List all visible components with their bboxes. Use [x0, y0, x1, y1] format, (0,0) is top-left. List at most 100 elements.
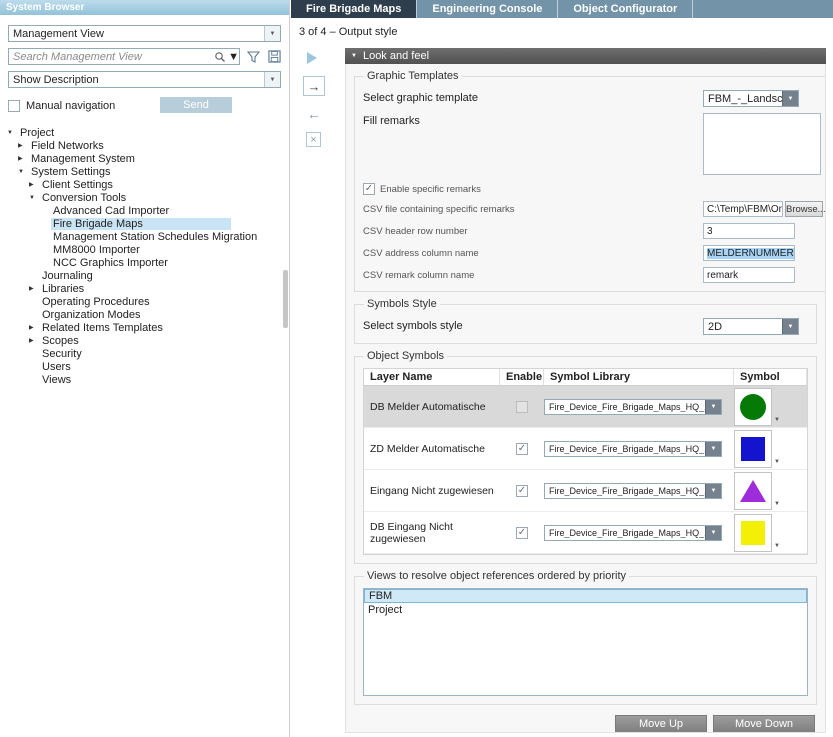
save-icon[interactable]: [268, 49, 282, 65]
collapsed-icon[interactable]: ▶: [17, 155, 29, 162]
enable-checkbox[interactable]: [516, 443, 528, 455]
symbol-preview[interactable]: [734, 514, 772, 552]
move-down-button[interactable]: Move Down: [713, 715, 815, 733]
tree-item-security[interactable]: Security: [0, 347, 289, 360]
move-up-button[interactable]: Move Up: [615, 715, 707, 733]
tab-object-configurator[interactable]: Object Configurator: [558, 0, 693, 18]
view-item-project[interactable]: Project: [364, 603, 807, 617]
symbol-row-eingang-nicht-zugewiesen[interactable]: Eingang Nicht zugewiesen Fire_Device_Fire…: [364, 470, 807, 512]
chevron-down-icon[interactable]: ▼: [774, 417, 780, 423]
tree-item-label: System Settings: [29, 166, 112, 178]
management-view-selector[interactable]: Management View ▼: [8, 25, 281, 42]
tree-item-client-settings[interactable]: ▶Client Settings: [0, 178, 289, 191]
next-step-button[interactable]: →: [303, 76, 325, 96]
symbol-row-zd-melder-automatische[interactable]: ZD Melder AutomatischeFire_Device_Fire_B…: [364, 428, 807, 470]
tree-item-ncc-graphics-importer[interactable]: NCC Graphics Importer: [0, 256, 289, 269]
tree-item-mm8000-importer[interactable]: MM8000 Importer: [0, 243, 289, 256]
close-button[interactable]: ×: [306, 132, 321, 147]
csv-address-column-input[interactable]: MELDERNUMMER: [703, 245, 795, 261]
tree-item-label: Security: [40, 348, 84, 360]
tree-item-users[interactable]: Users: [0, 360, 289, 373]
layer-name-label: Eingang Nicht zugewiesen: [364, 470, 500, 511]
run-icon[interactable]: [307, 52, 317, 64]
triangle-symbol-icon: [740, 480, 766, 502]
tree-item-libraries[interactable]: ▶Libraries: [0, 282, 289, 295]
views-listbox[interactable]: FBMProject: [363, 588, 808, 696]
tab-engineering-console[interactable]: Engineering Console: [417, 0, 558, 18]
enable-checkbox[interactable]: [516, 401, 528, 413]
chevron-down-icon[interactable]: ▼: [228, 51, 239, 63]
symbol-library-value: Fire_Device_Fire_Brigade_Maps_HQ_1: [545, 486, 705, 496]
chevron-down-icon[interactable]: ▼: [264, 26, 280, 41]
wizard-nav-column: → ← ×: [301, 50, 331, 147]
chevron-down-icon[interactable]: ▼: [705, 484, 721, 498]
tree-item-related-items-templates[interactable]: ▶Related Items Templates: [0, 321, 289, 334]
look-and-feel-header[interactable]: ▼ Look and feel: [345, 48, 826, 64]
enable-checkbox[interactable]: [516, 527, 528, 539]
tree-item-advanced-cad-importer[interactable]: Advanced Cad Importer: [0, 204, 289, 217]
symbol-preview[interactable]: [734, 388, 772, 426]
tree-item-operating-procedures[interactable]: Operating Procedures: [0, 295, 289, 308]
tree-item-conversion-tools[interactable]: ▼Conversion Tools: [0, 191, 289, 204]
symbol-row-db-melder-automatische[interactable]: DB Melder Automatische Fire_Device_Fire_B…: [364, 386, 807, 428]
csv-header-row-input[interactable]: 3: [703, 223, 795, 239]
view-item-fbm[interactable]: FBM: [364, 589, 807, 603]
tree-item-management-system[interactable]: ▶Management System: [0, 152, 289, 165]
enable-checkbox[interactable]: [516, 485, 528, 497]
csv-file-input[interactable]: C:\Temp\FBM\Only detectors compute min a…: [703, 201, 783, 217]
enable-remarks-checkbox[interactable]: [363, 183, 375, 195]
object-symbols-title: Object Symbols: [364, 350, 447, 362]
tree-item-label: Fire Brigade Maps: [51, 218, 231, 230]
chevron-down-icon[interactable]: ▼: [705, 400, 721, 414]
fill-remarks-textarea[interactable]: [703, 113, 821, 175]
symbols-style-value: 2D: [704, 321, 782, 333]
symbol-library-select[interactable]: Fire_Device_Fire_Brigade_Maps_HQ_1▼: [544, 483, 722, 499]
chevron-down-icon[interactable]: ▼: [782, 319, 798, 334]
symbol-library-select[interactable]: Fire_Device_Fire_Brigade_Maps_HQ_1▼: [544, 525, 722, 541]
collapsed-icon[interactable]: ▶: [17, 142, 29, 149]
tree-item-management-station-schedules-migration[interactable]: Management Station Schedules Migration: [0, 230, 289, 243]
views-priority-title: Views to resolve object references order…: [364, 570, 629, 582]
symbol-preview[interactable]: [734, 472, 772, 510]
symbol-row-db-eingang-nicht-zugewiesen[interactable]: DB Eingang Nicht zugewiesenFire_Device_F…: [364, 512, 807, 554]
send-button[interactable]: Send: [160, 97, 232, 113]
collapsed-icon[interactable]: ▶: [28, 181, 40, 188]
back-button[interactable]: ←: [307, 106, 331, 122]
browse-button[interactable]: Browse...: [785, 201, 823, 217]
layer-name-label: DB Melder Automatische: [364, 386, 500, 427]
symbol-preview[interactable]: [734, 430, 772, 468]
tree-item-fire-brigade-maps[interactable]: Fire Brigade Maps: [0, 217, 289, 230]
collapsed-icon[interactable]: ▶: [28, 324, 40, 331]
tab-fire-brigade-maps[interactable]: Fire Brigade Maps: [291, 0, 417, 18]
tree-item-journaling[interactable]: Journaling: [0, 269, 289, 282]
search-input[interactable]: Search Management View ▼: [8, 48, 240, 65]
manual-navigation-checkbox[interactable]: [8, 100, 20, 112]
symbols-style-select[interactable]: 2D ▼: [703, 318, 799, 335]
graphic-template-select[interactable]: FBM_-_Landscape ▼: [703, 90, 799, 107]
chevron-down-icon[interactable]: ▼: [774, 459, 780, 465]
tree-item-project[interactable]: ▼Project: [0, 126, 289, 139]
tree-item-system-settings[interactable]: ▼System Settings: [0, 165, 289, 178]
expanded-icon[interactable]: ▼: [17, 169, 29, 175]
tree-item-field-networks[interactable]: ▶Field Networks: [0, 139, 289, 152]
search-icon[interactable]: [212, 51, 228, 63]
collapsed-icon[interactable]: ▶: [28, 337, 40, 344]
filter-icon[interactable]: [247, 49, 261, 65]
expanded-icon[interactable]: ▼: [28, 195, 40, 201]
chevron-down-icon[interactable]: ▼: [705, 526, 721, 540]
symbol-library-select[interactable]: Fire_Device_Fire_Brigade_Maps_HQ_1▼: [544, 441, 722, 457]
chevron-down-icon[interactable]: ▼: [774, 543, 780, 549]
csv-remark-column-input[interactable]: remark: [703, 267, 795, 283]
tree-item-scopes[interactable]: ▶Scopes: [0, 334, 289, 347]
tree-item-organization-modes[interactable]: Organization Modes: [0, 308, 289, 321]
collapsed-icon[interactable]: ▶: [28, 285, 40, 292]
chevron-down-icon[interactable]: ▼: [782, 91, 798, 106]
left-panel-scrollbar-thumb[interactable]: [283, 270, 288, 328]
tree-item-views[interactable]: Views: [0, 373, 289, 386]
expanded-icon[interactable]: ▼: [6, 130, 18, 136]
chevron-down-icon[interactable]: ▼: [264, 72, 280, 87]
chevron-down-icon[interactable]: ▼: [774, 501, 780, 507]
chevron-down-icon[interactable]: ▼: [705, 442, 721, 456]
symbol-library-select[interactable]: Fire_Device_Fire_Brigade_Maps_HQ_1▼: [544, 399, 722, 415]
description-selector[interactable]: Show Description ▼: [8, 71, 281, 88]
